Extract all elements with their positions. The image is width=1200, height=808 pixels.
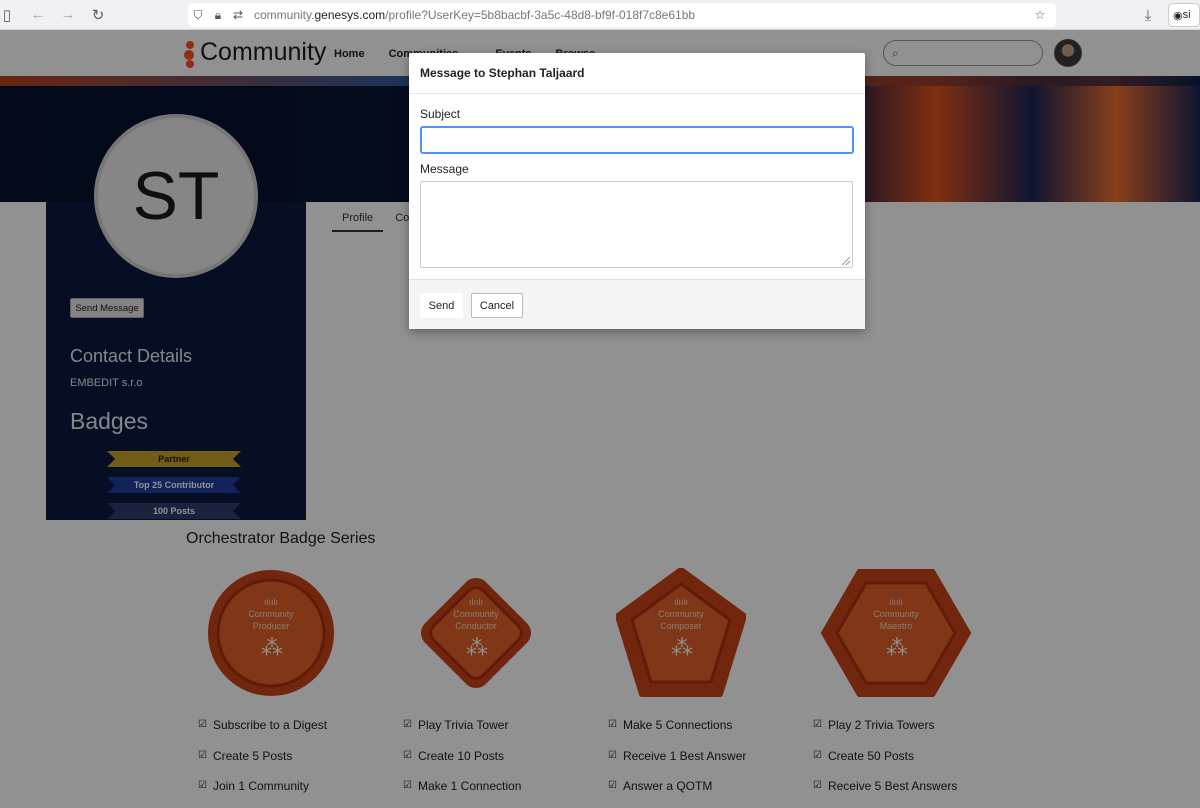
send-button-label: Send (428, 299, 455, 312)
url-prefix: community. (254, 8, 315, 22)
shield-icon[interactable]: ⛉ (188, 8, 208, 23)
download-icon[interactable]: ⤓ (1136, 3, 1160, 27)
message-label: Message (420, 162, 469, 176)
cancel-button-label: Cancel (479, 299, 515, 312)
address-bar[interactable]: ⛉ 🔒︎ ⇄ community.genesys.com/profile?Use… (188, 3, 1056, 27)
dialog-footer: Send Cancel (409, 279, 865, 329)
permissions-icon[interactable]: ⇄ (228, 8, 248, 22)
account-chip-label: si (1182, 9, 1191, 21)
account-chip[interactable]: ◉ si (1168, 3, 1200, 27)
cancel-button[interactable]: Cancel (471, 293, 523, 318)
message-dialog: Message to Stephan Taljaard Subject Mess… (409, 53, 865, 329)
bookmark-star-icon[interactable]: ☆ (1030, 8, 1050, 22)
dialog-body: Subject Message (409, 94, 865, 279)
dialog-header: Message to Stephan Taljaard (409, 53, 865, 94)
url-text[interactable]: community.genesys.com/profile?UserKey=5b… (254, 8, 695, 22)
reload-icon[interactable]: ↻ (86, 3, 110, 27)
message-textarea[interactable] (420, 181, 853, 268)
account-avatar-icon: ◉ (1173, 9, 1183, 22)
subject-label: Subject (420, 107, 461, 121)
resize-handle-icon[interactable] (842, 257, 850, 265)
url-host: genesys.com (314, 8, 386, 22)
page: Community Home Communities⌄ Events Brows… (0, 30, 1200, 808)
forward-icon[interactable]: → (56, 3, 80, 27)
dialog-title: Message to Stephan Taljaard (420, 66, 585, 80)
subject-input[interactable] (420, 126, 854, 154)
back-icon[interactable]: ← (26, 3, 50, 27)
lock-icon[interactable]: 🔒︎ (208, 8, 228, 23)
sidebar-toggle-icon[interactable]: ▯ (0, 3, 14, 27)
browser-toolbar: ▯ ← → ↻ ⛉ 🔒︎ ⇄ community.genesys.com/pro… (0, 0, 1200, 30)
send-button[interactable]: Send (420, 293, 463, 318)
url-path: /profile?UserKey=5b8bacbf-3a5c-48d8-bf9f… (385, 8, 696, 22)
